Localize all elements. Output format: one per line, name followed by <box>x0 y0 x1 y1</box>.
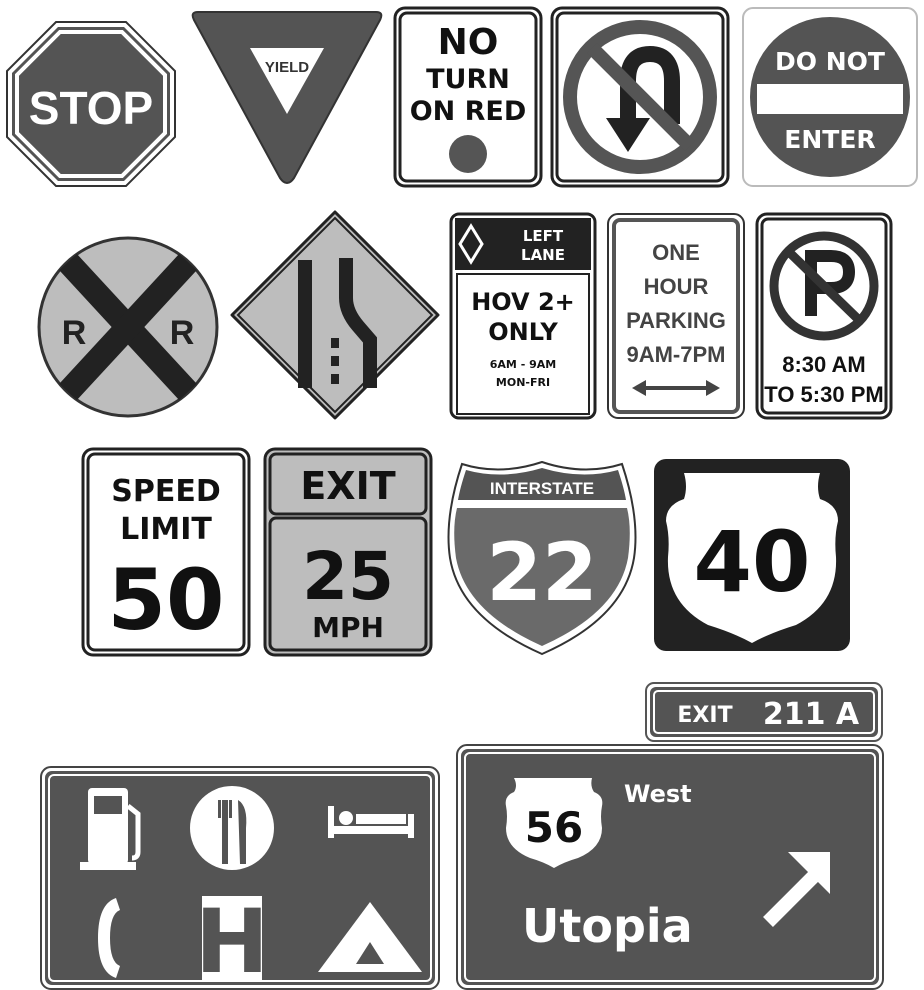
do-not-enter-line2: ENTER <box>784 125 875 154</box>
hov-header-line1: LEFT <box>523 227 564 245</box>
guide-route-number: 56 <box>525 803 583 852</box>
parking-line2: HOUR <box>644 274 709 299</box>
speed-limit-value: 50 <box>108 551 225 649</box>
stop-sign: STOP <box>5 20 177 188</box>
no-turn-line3: ON RED <box>410 96 527 127</box>
guide-destination: Utopia <box>522 899 693 953</box>
exit-number-tab: EXIT 211 A <box>645 682 883 742</box>
us-route-number: 40 <box>694 513 811 611</box>
no-turn-line2: TURN <box>426 64 510 95</box>
no-turn-on-red-sign: NO TURN ON RED <box>393 6 543 188</box>
services-sign: H <box>40 766 440 990</box>
hospital-letter: H <box>195 890 269 990</box>
hov-line1: HOV 2+ <box>471 288 575 316</box>
do-not-enter-line1: DO NOT <box>775 47 885 76</box>
no-parking-line2: TO 5:30 PM <box>764 382 883 407</box>
hospital-icon: H <box>195 890 269 990</box>
exit-speed-sign: EXIT 25 MPH <box>263 447 433 657</box>
yield-label: YIELD <box>265 59 309 76</box>
no-u-turn-icon <box>563 20 717 174</box>
do-not-enter-sign: DO NOT ENTER <box>741 6 919 188</box>
interstate-number: 22 <box>486 526 597 619</box>
no-parking-icon <box>769 231 879 341</box>
lane-ends-sign <box>228 208 442 422</box>
us-route-shield-sign: 40 <box>652 457 852 653</box>
hov-hours: 6AM - 9AM <box>490 358 556 371</box>
no-turn-line1: NO <box>438 22 499 63</box>
no-parking-sign: 8:30 AM TO 5:30 PM <box>755 212 893 420</box>
exit-speed-value: 25 <box>302 538 394 615</box>
speed-limit-line2: LIMIT <box>120 512 212 547</box>
no-parking-line1: 8:30 AM <box>782 352 866 377</box>
stop-label: STOP <box>29 82 153 134</box>
parking-line1: ONE <box>652 240 700 265</box>
speed-limit-line1: SPEED <box>111 474 220 509</box>
red-light-circle <box>449 135 487 173</box>
exit-tab-number: 211 A <box>763 697 860 732</box>
speed-limit-sign: SPEED LIMIT 50 <box>81 447 251 657</box>
railroad-left-r: R <box>62 314 87 352</box>
railroad-right-r: R <box>170 314 195 352</box>
railroad-crossing-sign: R R <box>34 232 222 422</box>
parking-hours: 9AM-7PM <box>626 342 725 367</box>
hov-header-line2: LANE <box>521 246 565 264</box>
no-u-turn-sign <box>550 6 730 188</box>
exit-speed-header: EXIT <box>300 464 395 508</box>
one-hour-parking-sign: ONE HOUR PARKING 9AM-7PM <box>606 212 746 420</box>
hov-days: MON-FRI <box>496 376 550 389</box>
guide-direction: West <box>624 780 692 808</box>
do-not-enter-bar <box>757 84 903 114</box>
interstate-header: INTERSTATE <box>490 479 594 498</box>
parking-line3: PARKING <box>626 308 726 333</box>
yield-sign: YIELD <box>188 8 386 188</box>
exit-tab-label: EXIT <box>677 703 732 728</box>
hov-lane-sign: LEFT LANE HOV 2+ ONLY 6AM - 9AM MON-FRI <box>449 212 597 420</box>
interstate-shield-sign: INTERSTATE 22 <box>444 458 640 658</box>
hov-line2: ONLY <box>488 318 558 346</box>
guide-sign: 56 West Utopia <box>456 744 884 990</box>
food-icon <box>190 786 274 870</box>
exit-speed-unit: MPH <box>312 611 384 644</box>
